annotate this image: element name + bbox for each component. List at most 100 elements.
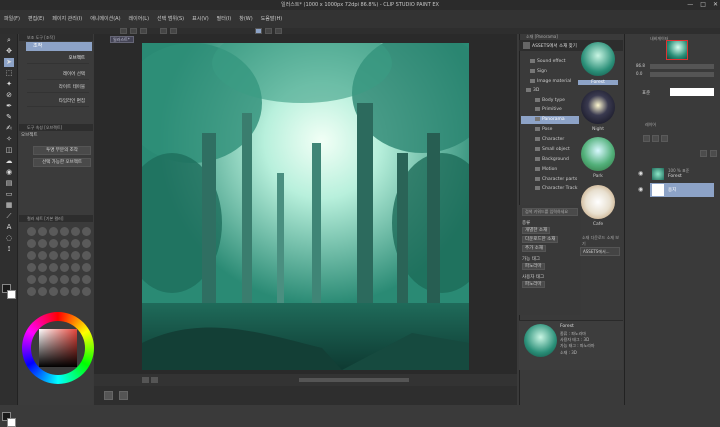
color-swatch[interactable] bbox=[82, 287, 91, 296]
color-swatch[interactable] bbox=[60, 251, 69, 260]
material-thumb-night[interactable] bbox=[581, 90, 615, 124]
blend-tool-icon[interactable]: ☁ bbox=[4, 157, 14, 166]
color-swatch[interactable] bbox=[38, 251, 47, 260]
color-swatch[interactable] bbox=[60, 287, 69, 296]
color-swatch[interactable] bbox=[71, 275, 80, 284]
color-swatch[interactable] bbox=[82, 239, 91, 248]
eraser-tool-icon[interactable]: ◫ bbox=[4, 146, 14, 155]
color-swatch[interactable] bbox=[27, 239, 36, 248]
grid-view-icon[interactable] bbox=[119, 391, 128, 400]
tree-panorama[interactable]: Panorama bbox=[521, 116, 579, 124]
figure-tool-icon[interactable]: ▭ bbox=[4, 190, 14, 199]
color-swatch[interactable] bbox=[82, 275, 91, 284]
pencil-tool-icon[interactable]: ✎ bbox=[4, 113, 14, 122]
transparent-operation-button[interactable]: 투명 부분의 조작 bbox=[33, 146, 91, 155]
menu-window[interactable]: 창(W) bbox=[239, 15, 252, 22]
color-swatch[interactable] bbox=[27, 287, 36, 296]
subtool-object[interactable]: 오브젝트 bbox=[27, 53, 89, 64]
zoom-out-icon[interactable] bbox=[142, 377, 149, 383]
color-swatch[interactable] bbox=[38, 239, 47, 248]
tree-sign[interactable]: Sign bbox=[530, 68, 547, 76]
color-swatch[interactable] bbox=[71, 227, 80, 236]
menu-animation[interactable]: 애니메이션(A) bbox=[90, 15, 120, 22]
opacity-field[interactable] bbox=[670, 88, 714, 96]
autoselect-tool-icon[interactable]: ✦ bbox=[4, 80, 14, 89]
color-swatch[interactable] bbox=[60, 239, 69, 248]
color-swatch[interactable] bbox=[60, 263, 69, 272]
selectable-object-button[interactable]: 선택 가능한 오브젝트 bbox=[33, 158, 91, 167]
color-swatch[interactable] bbox=[71, 287, 80, 296]
tree-small-object[interactable]: Small object bbox=[535, 146, 570, 154]
sub-color-chip[interactable] bbox=[7, 290, 16, 299]
tag-downloaded[interactable]: 다운로드한 소재 bbox=[522, 236, 559, 243]
color-swatch[interactable] bbox=[49, 263, 58, 272]
zoom-in-icon[interactable] bbox=[151, 377, 158, 383]
airbrush-tool-icon[interactable]: ✧ bbox=[4, 135, 14, 144]
tree-character[interactable]: Character bbox=[535, 136, 564, 144]
tree-motion[interactable]: Motion bbox=[535, 166, 557, 174]
subtool-timeline[interactable]: 타임라인 편집 bbox=[27, 96, 89, 107]
layer-clip-icon[interactable] bbox=[652, 135, 659, 142]
user-tag-panorama[interactable]: 파노라마 bbox=[522, 281, 545, 288]
frame-tool-icon[interactable]: ▦ bbox=[4, 201, 14, 210]
color-swatch[interactable] bbox=[49, 287, 58, 296]
rotate-slider[interactable] bbox=[650, 72, 714, 77]
color-swatch[interactable] bbox=[27, 263, 36, 272]
color-swatch[interactable] bbox=[71, 251, 80, 260]
operation-tool-icon[interactable]: ➤ bbox=[4, 58, 14, 67]
tree-image-material[interactable]: Image material bbox=[530, 78, 571, 86]
tag-my-material[interactable]: 개별한 소재 bbox=[522, 227, 551, 234]
text-tool-icon[interactable]: A bbox=[4, 223, 14, 232]
menu-selection[interactable]: 선택 범위(S) bbox=[157, 15, 184, 22]
material-thumb-park[interactable] bbox=[581, 137, 615, 171]
sub-color-chip-bottom[interactable] bbox=[7, 418, 16, 427]
layer-ref-icon[interactable] bbox=[661, 135, 668, 142]
tag-additional[interactable]: 추가 소재 bbox=[522, 245, 546, 252]
color-swatch[interactable] bbox=[82, 263, 91, 272]
material-label-cafe[interactable]: Cafe bbox=[578, 222, 618, 227]
color-swatch[interactable] bbox=[38, 263, 47, 272]
layer-paper[interactable]: ◉ 용지 bbox=[638, 183, 714, 197]
menu-file[interactable]: 파일(F) bbox=[4, 15, 20, 22]
layer-lock-icon[interactable] bbox=[643, 135, 650, 142]
document-tab[interactable]: 일러스트* bbox=[110, 36, 134, 43]
color-swatch[interactable] bbox=[82, 251, 91, 260]
eyedropper-tool-icon[interactable]: ⊘ bbox=[4, 91, 14, 100]
color-swatch[interactable] bbox=[38, 287, 47, 296]
menu-layer[interactable]: 레이어(L) bbox=[129, 15, 150, 22]
tree-character-track[interactable]: Character Track bbox=[535, 185, 577, 193]
fill-tool-icon[interactable]: ◉ bbox=[4, 168, 14, 177]
keyword-search-input[interactable]: 검색 키워드를 입력하세요 bbox=[522, 208, 578, 216]
tree-primitive[interactable]: Primitive bbox=[535, 106, 562, 114]
layer-forest[interactable]: ◉ 100 % 표준 Forest bbox=[638, 167, 714, 181]
minimize-button[interactable]: — bbox=[687, 1, 693, 8]
selection-tool-icon[interactable]: ⬚ bbox=[4, 69, 14, 78]
forest-artwork[interactable] bbox=[142, 43, 469, 370]
brush-tool-icon[interactable]: ✍ bbox=[4, 124, 14, 133]
color-swatch[interactable] bbox=[49, 227, 58, 236]
color-swatch[interactable] bbox=[60, 227, 69, 236]
color-swatch[interactable] bbox=[49, 275, 58, 284]
menu-page[interactable]: 페이지 관리(I) bbox=[52, 15, 82, 22]
tree-body-type[interactable]: Body type bbox=[535, 97, 565, 105]
page-icon[interactable] bbox=[104, 391, 113, 400]
zoom-slider[interactable] bbox=[650, 64, 714, 69]
menu-filter[interactable]: 필터(I) bbox=[217, 15, 232, 22]
color-swatch[interactable] bbox=[82, 227, 91, 236]
visibility-eye-icon[interactable]: ◉ bbox=[638, 186, 643, 193]
color-swatch[interactable] bbox=[71, 263, 80, 272]
delete-layer-icon[interactable] bbox=[710, 150, 717, 157]
visibility-eye-icon[interactable]: ◉ bbox=[638, 170, 643, 177]
subtool-operation[interactable]: 조작 bbox=[26, 42, 92, 51]
color-swatch[interactable] bbox=[27, 251, 36, 260]
assets-search-label[interactable]: ASSETS에서 소재 찾기 bbox=[532, 43, 577, 49]
material-label-forest[interactable]: Forest bbox=[578, 80, 618, 85]
gradient-tool-icon[interactable]: ▤ bbox=[4, 179, 14, 188]
navigator-preview[interactable] bbox=[666, 40, 688, 60]
subtool-light-table[interactable]: 라이트 테이블 bbox=[27, 82, 89, 93]
new-layer-icon[interactable] bbox=[700, 150, 707, 157]
material-label-park[interactable]: Park bbox=[578, 174, 618, 179]
available-tag-panorama[interactable]: 파노라마 bbox=[522, 263, 545, 270]
material-thumb-forest[interactable] bbox=[581, 42, 615, 76]
move-tool-icon[interactable]: ✥ bbox=[4, 47, 14, 56]
